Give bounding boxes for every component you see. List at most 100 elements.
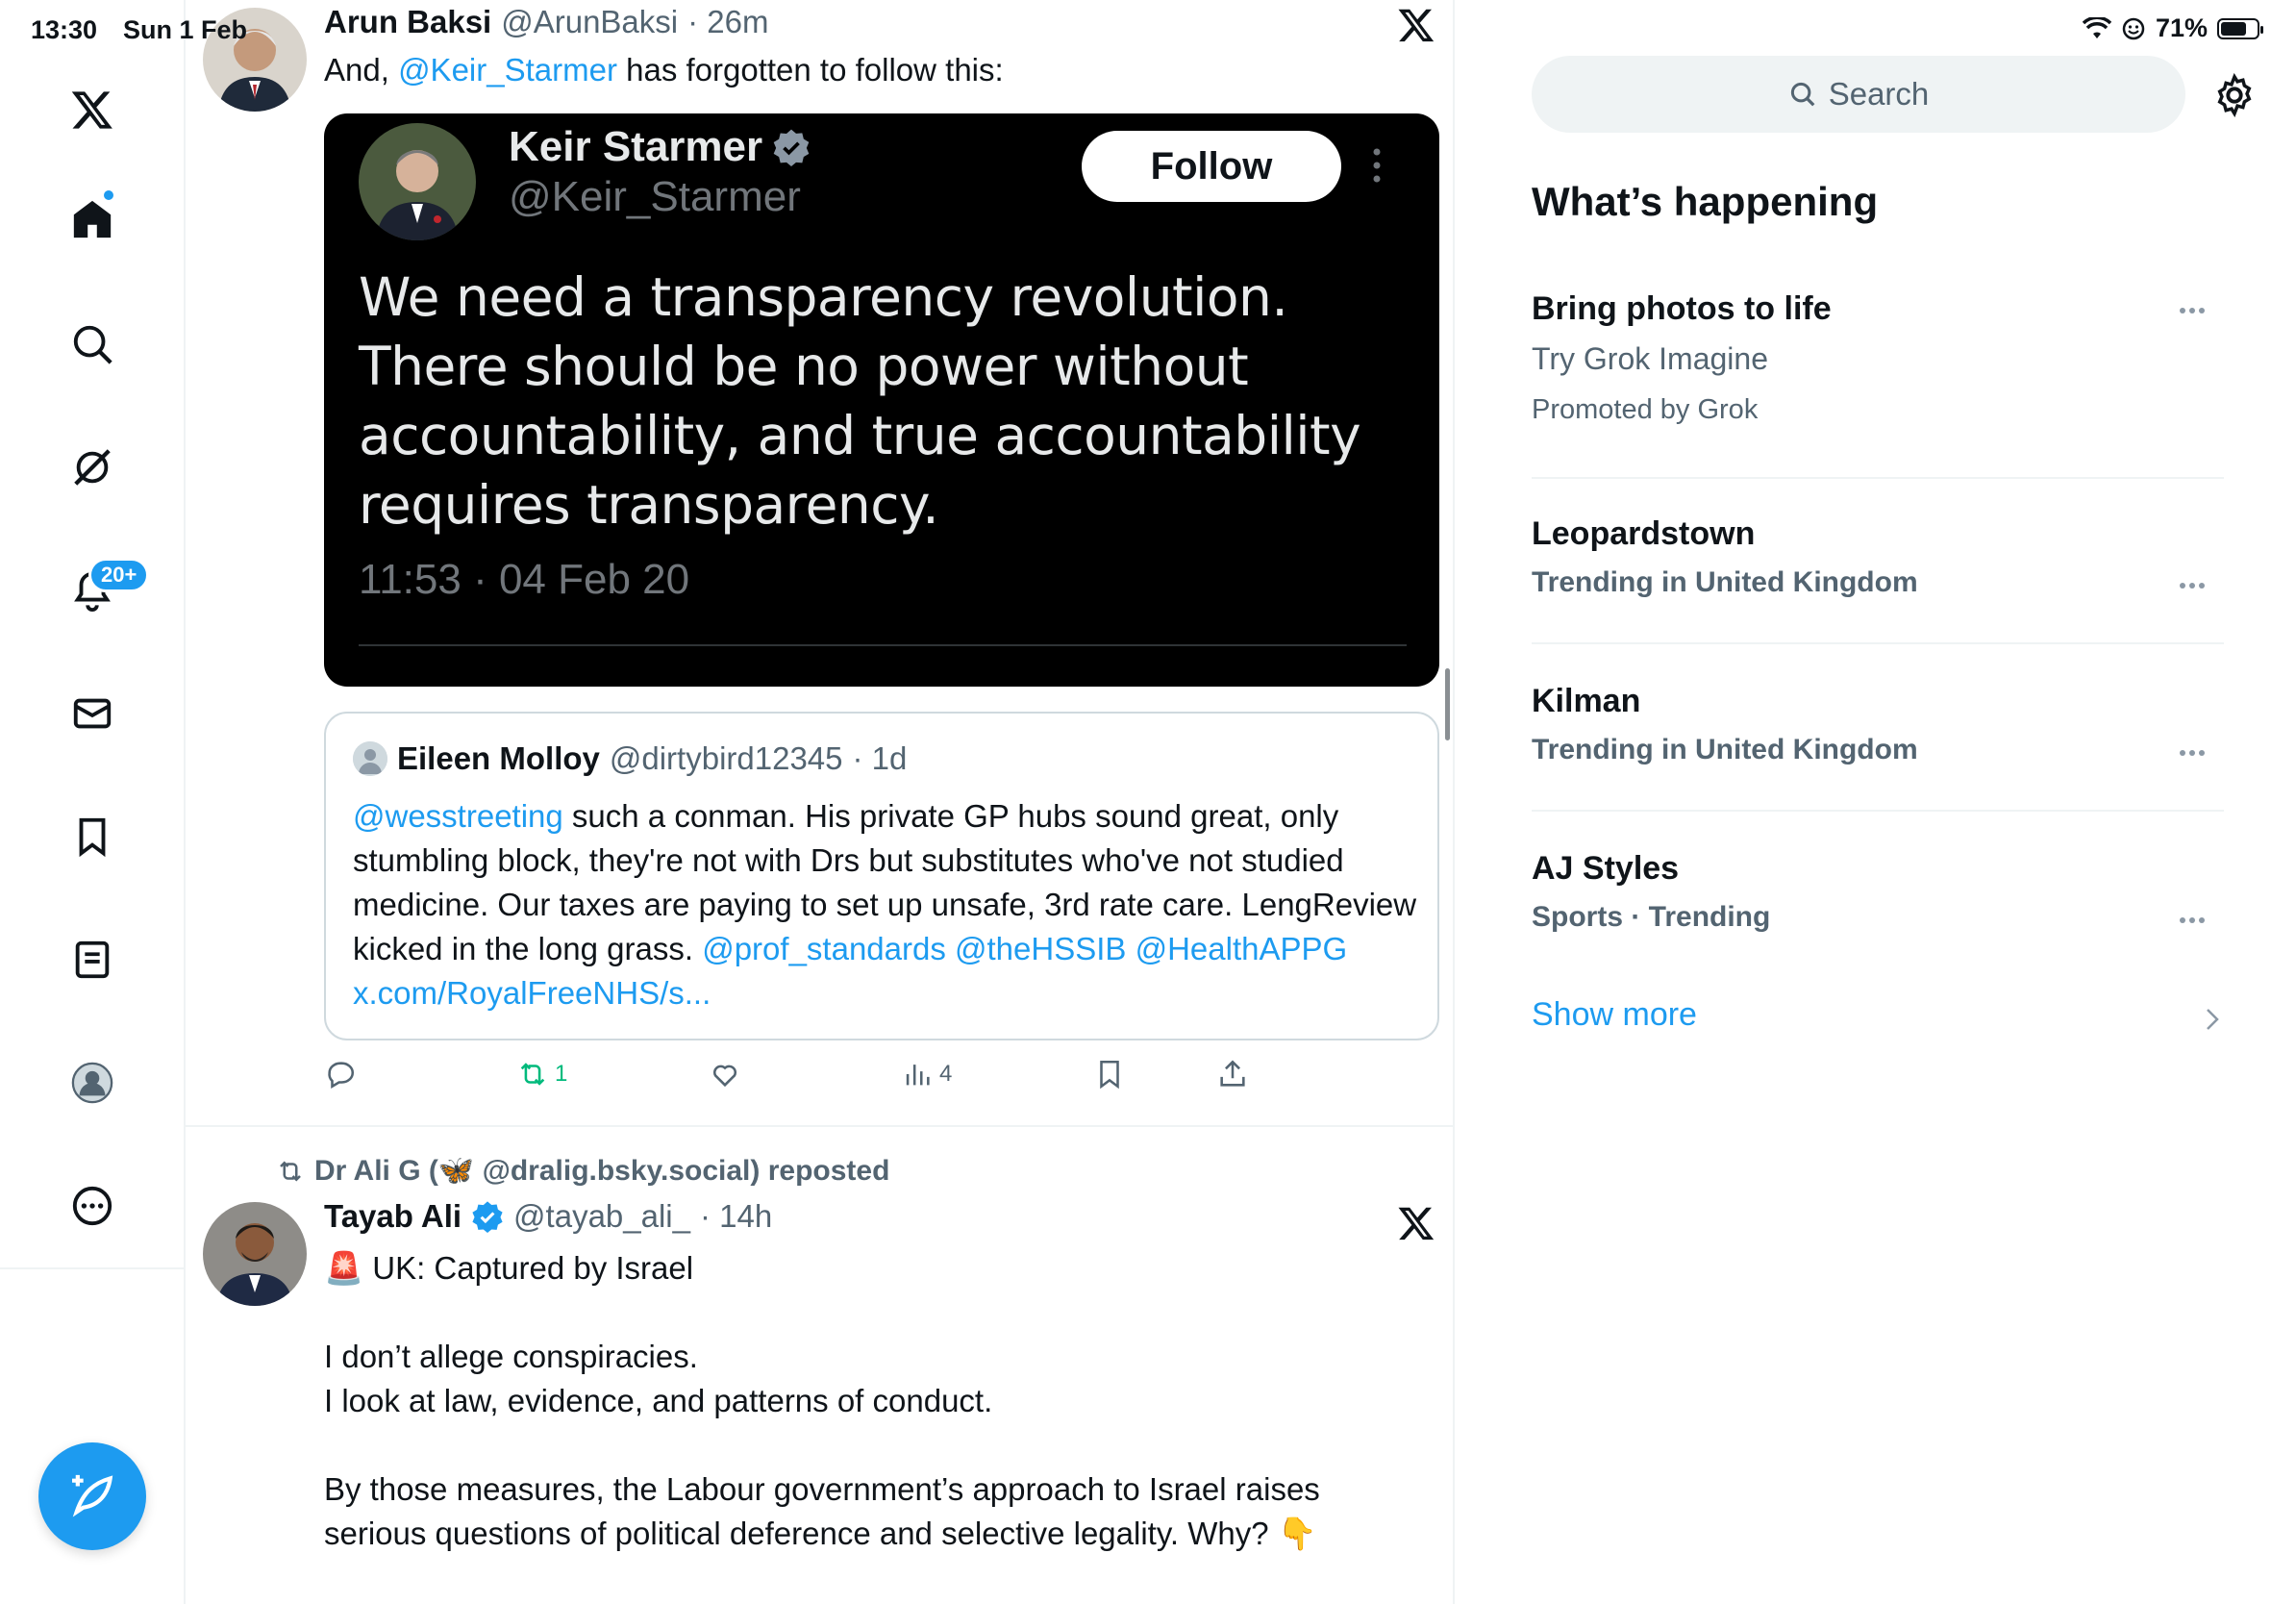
more-horizontal-icon[interactable] [2178, 581, 2207, 590]
battery-percent: 71% [2155, 13, 2208, 42]
screenshot-author-handle: @Keir_Starmer [509, 173, 801, 220]
trend-divider [1532, 477, 2224, 479]
repost-button[interactable]: 1 [516, 1058, 567, 1090]
search-icon[interactable] [58, 310, 127, 379]
trend-item[interactable]: Bring photos to life Try Grok Imagine Pr… [1532, 290, 2224, 426]
quoted-tweet[interactable]: Eileen Molloy @dirtybird12345 · 1d @wess… [324, 712, 1439, 1040]
screenshot-name-text: Keir Starmer [509, 123, 763, 170]
bookmark-button[interactable] [1093, 1058, 1126, 1090]
tweet-blank-line [324, 1291, 1420, 1335]
reply-icon [328, 1062, 354, 1090]
mention-link[interactable]: @wesstreeting [353, 798, 563, 834]
trend-item[interactable]: Kilman Trending in United Kingdom [1532, 683, 2224, 766]
x-logo-icon[interactable] [58, 75, 127, 144]
verified-badge-icon [472, 1201, 503, 1233]
share-button[interactable] [1216, 1058, 1249, 1090]
url-link[interactable]: x.com/RoyalFreeNHS/s... [353, 975, 711, 1011]
quote-header: Eileen Molloy @dirtybird12345 · 1d [353, 740, 907, 777]
messages-mail-icon[interactable] [58, 679, 127, 748]
bookmark-icon [1100, 1060, 1119, 1090]
mention-link[interactable]: @theHSSIB [955, 931, 1126, 966]
grok-icon[interactable] [58, 433, 127, 502]
compose-feather-icon [72, 1474, 113, 1517]
quote-author-name: Eileen Molloy [397, 740, 600, 776]
like-button[interactable] [709, 1058, 741, 1090]
verified-badge-icon [773, 129, 810, 166]
quote-author-avatar [353, 741, 387, 776]
repost-count: 1 [555, 1061, 568, 1087]
tweet-blank-line [324, 1423, 1420, 1467]
tweet-image[interactable]: Keir Starmer @Keir_Starmer Follow We nee… [324, 113, 1439, 687]
tweet-time[interactable]: · 14h [700, 1198, 772, 1235]
focus-icon [2122, 17, 2145, 39]
tweet-line: By those measures, the Labour government… [324, 1471, 1320, 1551]
reply-button[interactable] [324, 1058, 357, 1090]
status-date: Sun 1 Feb [123, 15, 248, 44]
trend-subtitle: Trending in United Kingdom [1532, 566, 1918, 598]
trend-title: Leopardstown [1532, 515, 1756, 552]
screenshot-timestamp: 11:53 · 04 Feb 20 [359, 556, 690, 603]
status-time: 13:30 [31, 15, 98, 44]
screenshot-divider [359, 644, 1407, 646]
more-vertical-icon [1373, 148, 1381, 183]
lists-icon[interactable] [58, 925, 127, 994]
more-horizontal-icon[interactable] [2178, 915, 2207, 925]
mention-link[interactable]: @prof_standards [702, 931, 946, 966]
show-more-link[interactable]: Show more [1532, 996, 1697, 1034]
screenshot-author-name: Keir Starmer [509, 123, 811, 171]
tweet-line: I don’t allege conspiracies. [324, 1339, 698, 1374]
x-logo-icon[interactable] [1397, 1204, 1435, 1242]
search-icon [1790, 82, 1815, 107]
nav-divider [0, 1267, 186, 1269]
tweet-text: 🚨 UK: Captured by Israel I don’t allege … [324, 1246, 1420, 1556]
bookmarks-icon[interactable] [58, 802, 127, 871]
profile-avatar-icon[interactable] [58, 1048, 127, 1117]
chevron-right-icon [2207, 1009, 2219, 1030]
screenshot-follow-button: Follow [1082, 131, 1341, 202]
quote-author-handle: @dirtybird12345 [609, 740, 843, 776]
right-sidebar: Search What’s happening Bring photos to … [1455, 0, 2296, 1604]
mention-link[interactable]: @HealthAPPG [1136, 931, 1348, 966]
trend-item[interactable]: Leopardstown Trending in United Kingdom [1532, 515, 2224, 599]
search-placeholder: Search [1828, 76, 1930, 112]
search-input[interactable]: Search [1532, 56, 2185, 133]
tweet-author-name[interactable]: Tayab Ali [324, 1198, 462, 1235]
views-count: 4 [939, 1061, 953, 1087]
tweet-actions: 1 4 [324, 1058, 1285, 1106]
tweet-author-avatar[interactable] [203, 1202, 307, 1306]
trend-title: AJ Styles [1532, 850, 1680, 887]
home-unread-dot [102, 188, 115, 202]
more-horizontal-icon[interactable] [2178, 748, 2207, 758]
views-chart-icon [906, 1065, 930, 1086]
more-options-icon[interactable] [58, 1171, 127, 1241]
trend-title: Kilman [1532, 683, 1641, 719]
screenshot-avatar [359, 123, 476, 240]
quote-time: · 1d [852, 740, 908, 776]
timeline: Arun Baksi @ArunBaksi · 26m And, @Keir_S… [186, 0, 1455, 1604]
left-nav: 20+ [0, 0, 186, 1604]
repost-icon [520, 1063, 545, 1086]
heart-icon [713, 1065, 736, 1088]
trend-subtitle: Trending in United Kingdom [1532, 734, 1918, 765]
notifications-badge: 20+ [88, 558, 150, 592]
trend-subtitle: Sports · Trending [1532, 901, 1771, 933]
whats-happening-title: What’s happening [1532, 179, 1879, 224]
trend-title: Bring photos to life [1532, 290, 1832, 327]
tweet-author-handle[interactable]: @tayab_ali_ [513, 1198, 690, 1235]
battery-icon [2217, 17, 2263, 39]
trend-subtitle: Try Grok Imagine [1532, 341, 1768, 376]
status-bar: 13:30 Sun 1 Feb 71% [0, 0, 2296, 60]
more-horizontal-icon[interactable] [2178, 306, 2207, 315]
tweet-divider [186, 1125, 1453, 1127]
repost-context[interactable]: Dr Ali G (🦋 @dralig.bsky.social) reposte… [276, 1154, 889, 1188]
tweet-line: I look at law, evidence, and patterns of… [324, 1383, 993, 1418]
compose-post-button[interactable] [38, 1442, 146, 1550]
quote-text: @wesstreeting such a conman. His private… [353, 794, 1420, 1015]
settings-gear-icon[interactable] [2212, 73, 2257, 117]
trend-divider [1532, 642, 2224, 644]
scrollbar-thumb[interactable] [1445, 668, 1450, 740]
trend-item[interactable]: AJ Styles Sports · Trending [1532, 850, 2224, 934]
home-icon[interactable] [58, 185, 127, 254]
views-button[interactable]: 4 [901, 1058, 952, 1090]
status-right: 71% [2082, 13, 2263, 43]
